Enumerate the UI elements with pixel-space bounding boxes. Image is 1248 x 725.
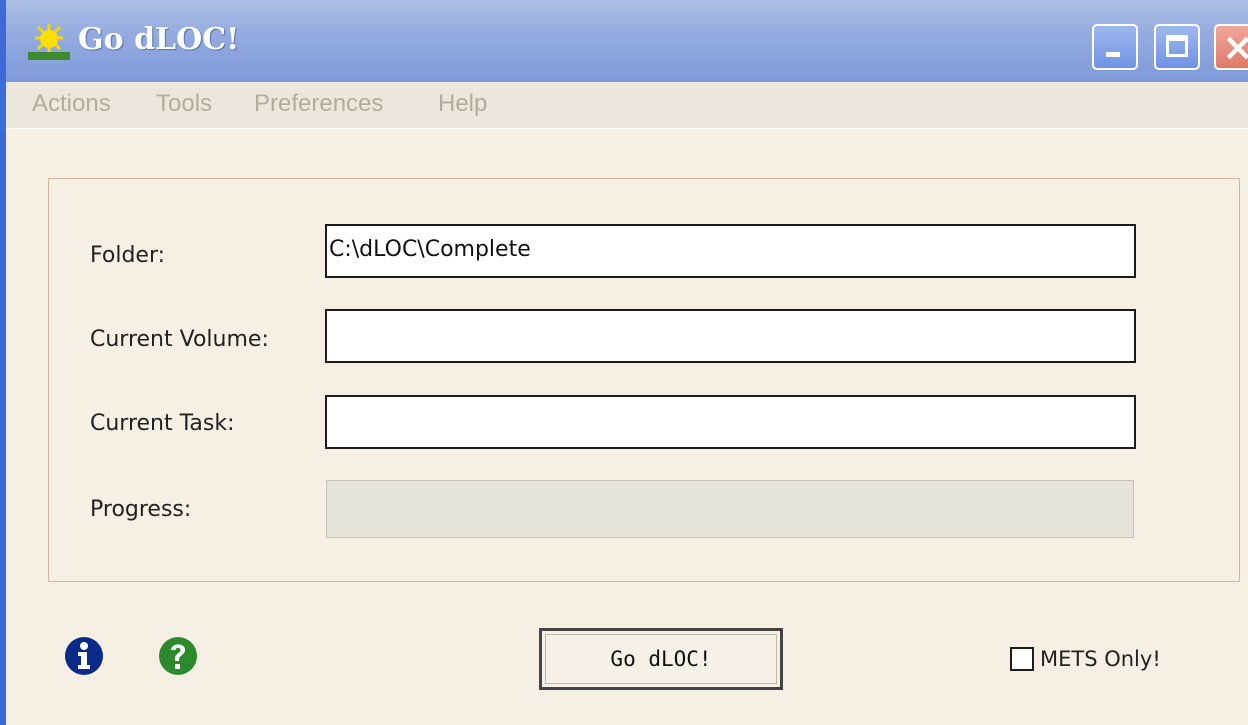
menu-actions[interactable]: Actions: [32, 90, 111, 118]
title-bar[interactable]: Go dLOC! ×: [6, 0, 1248, 82]
menu-help[interactable]: Help: [438, 90, 487, 118]
minimize-button[interactable]: [1092, 24, 1138, 70]
go-dloc-button[interactable]: Go dLOC!: [539, 628, 783, 690]
mets-only-checkbox[interactable]: [1010, 647, 1034, 671]
folder-field[interactable]: C:\dLOC\Complete: [325, 224, 1136, 278]
current-task-label: Current Task:: [90, 411, 235, 436]
close-button[interactable]: ×: [1214, 24, 1248, 70]
mets-only-option[interactable]: METS Only!: [1010, 647, 1161, 671]
maximize-button[interactable]: [1154, 24, 1200, 70]
current-volume-label: Current Volume:: [90, 327, 269, 352]
menu-tools[interactable]: Tools: [156, 90, 212, 118]
minimize-icon: [1106, 52, 1120, 57]
info-icon[interactable]: [64, 636, 104, 676]
window-title: Go dLOC!: [78, 22, 240, 57]
current-volume-field[interactable]: [325, 309, 1136, 363]
app-window: Go dLOC! × Actions Tools Preferences Hel…: [0, 0, 1248, 725]
folder-label: Folder:: [90, 243, 166, 268]
help-icon[interactable]: [158, 636, 198, 676]
menu-bar: Actions Tools Preferences Help: [6, 82, 1248, 129]
maximize-icon: [1166, 35, 1188, 57]
close-icon: ×: [1222, 24, 1248, 70]
progress-label: Progress:: [90, 497, 192, 522]
current-task-field[interactable]: [325, 395, 1136, 449]
sun-icon: [28, 24, 70, 60]
progress-bar: [326, 480, 1134, 538]
menu-preferences[interactable]: Preferences: [254, 90, 383, 118]
go-button-label: Go dLOC!: [610, 647, 712, 671]
mets-only-label: METS Only!: [1040, 647, 1161, 671]
